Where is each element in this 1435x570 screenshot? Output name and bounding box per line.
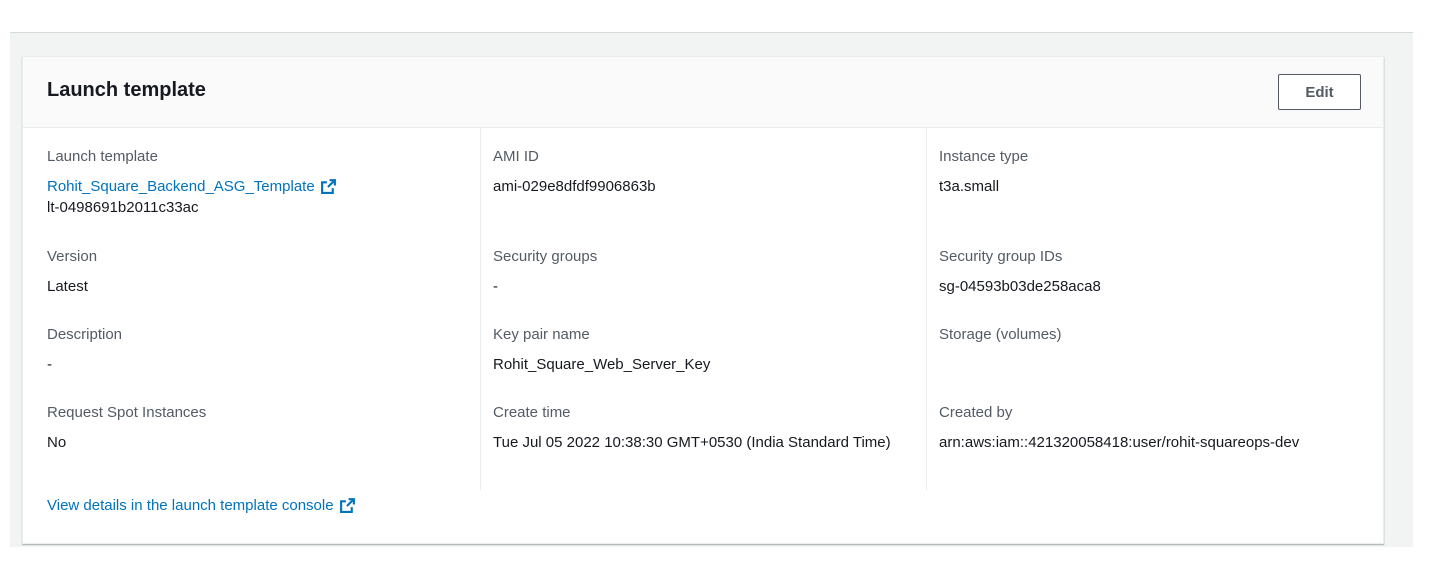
field-security-groups: Security groups - — [493, 247, 910, 297]
field-storage-volumes: Storage (volumes) — [939, 325, 1369, 345]
launch-template-card: Launch template Edit Launch template Roh… — [22, 56, 1384, 544]
view-details-console-link[interactable]: View details in the launch template cons… — [47, 497, 356, 514]
card-header: Launch template Edit — [23, 57, 1383, 128]
field-value: t3a.small — [939, 178, 1000, 195]
field-label: Version — [47, 248, 98, 265]
field-label: Instance type — [939, 148, 1029, 165]
field-value: ami-029e8dfdf9906863b — [493, 178, 656, 195]
field-label: Description — [47, 326, 123, 343]
field-launch-template: Launch template Rohit_Square_Backend_ASG… — [47, 147, 464, 218]
card-title: Launch template — [47, 79, 206, 101]
field-version: Version Latest — [47, 247, 464, 297]
field-value: sg-04593b03de258aca8 — [939, 278, 1101, 295]
launch-template-link[interactable]: Rohit_Square_Backend_ASG_Template — [47, 176, 337, 197]
field-label: Security group IDs — [939, 248, 1063, 265]
field-label: Created by — [939, 404, 1013, 421]
field-value: arn:aws:iam::421320058418:user/rohit-squ… — [939, 434, 1300, 451]
field-label: Request Spot Instances — [47, 404, 207, 421]
field-create-time: Create time Tue Jul 05 2022 10:38:30 GMT… — [493, 403, 910, 453]
field-label: Storage (volumes) — [939, 326, 1062, 343]
field-value: - — [47, 356, 52, 373]
field-instance-type: Instance type t3a.small — [939, 147, 1369, 197]
field-value: - — [493, 278, 498, 295]
field-description: Description - — [47, 325, 464, 375]
link-text: View details in the launch template cons… — [47, 497, 334, 514]
details-column-3: Instance type t3a.small Security group I… — [926, 128, 1385, 490]
field-value: Tue Jul 05 2022 10:38:30 GMT+0530 (India… — [493, 434, 891, 451]
field-label: Key pair name — [493, 326, 590, 343]
field-label: Create time — [493, 404, 571, 421]
field-created-by: Created by arn:aws:iam::421320058418:use… — [939, 403, 1369, 453]
edit-button[interactable]: Edit — [1278, 74, 1361, 110]
field-request-spot-instances: Request Spot Instances No — [47, 403, 464, 453]
details-column-1: Launch template Rohit_Square_Backend_ASG… — [23, 128, 480, 490]
field-label: Security groups — [493, 248, 598, 265]
field-value: Rohit_Square_Web_Server_Key — [493, 356, 711, 373]
field-ami-id: AMI ID ami-029e8dfdf9906863b — [493, 147, 910, 197]
field-label: Launch template — [47, 148, 158, 165]
external-link-icon — [339, 498, 355, 513]
link-text: Rohit_Square_Backend_ASG_Template — [47, 178, 315, 195]
field-label: AMI ID — [493, 148, 539, 165]
external-link-icon — [320, 179, 336, 194]
launch-template-id: lt-0498691b2011c33ac — [47, 199, 199, 216]
field-value: No — [47, 434, 67, 451]
field-value: Latest — [47, 278, 88, 295]
details-column-2: AMI ID ami-029e8dfdf9906863b Security gr… — [480, 128, 926, 490]
field-key-pair-name: Key pair name Rohit_Square_Web_Server_Ke… — [493, 325, 910, 375]
field-security-group-ids: Security group IDs sg-04593b03de258aca8 — [939, 247, 1369, 297]
